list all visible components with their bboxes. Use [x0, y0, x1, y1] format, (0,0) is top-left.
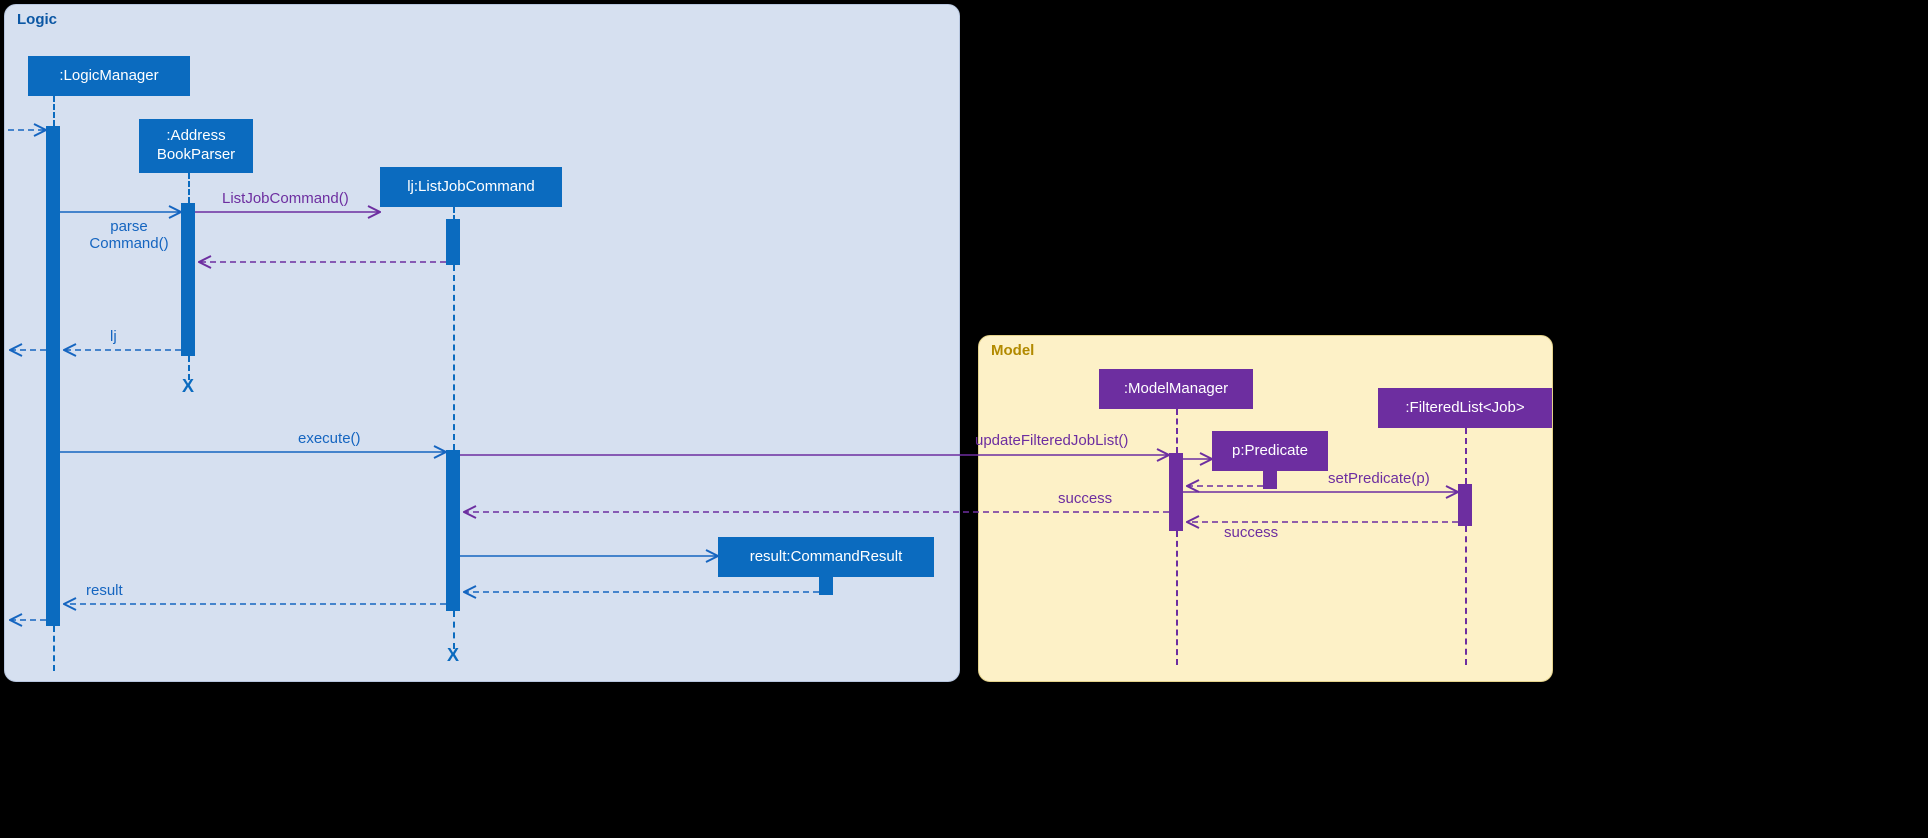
frame-logic: Logic [4, 4, 960, 682]
lifeline-ljc-mid [453, 265, 455, 450]
activation-mm [1169, 453, 1183, 531]
msg-parse-command: parse Command() [74, 218, 184, 252]
msg-result-return: result [86, 582, 123, 599]
obj-list-job-command: lj:ListJobCommand [380, 167, 562, 207]
lifeline-mm-tail [1176, 531, 1178, 665]
obj-predicate: p:Predicate [1212, 431, 1328, 471]
msg-success-fl: success [1224, 524, 1278, 541]
obj-filtered-list: :FilteredList<Job> [1378, 388, 1552, 428]
activation-ljc-exec [446, 450, 460, 611]
msg-execute: execute() [298, 430, 361, 447]
activation-logic-manager [46, 126, 60, 626]
frame-logic-label: Logic [17, 11, 57, 28]
lifeline-fl-tail [1465, 526, 1467, 665]
lifeline-mm-top [1176, 409, 1178, 453]
lifeline-ljc-tail [453, 611, 455, 649]
lifeline-abp-top [188, 173, 190, 203]
obj-logic-manager: :LogicManager [28, 56, 190, 96]
diagram-canvas: Logic Model :LogicManager :Address BookP… [0, 0, 1928, 838]
lifeline-logic-manager [53, 96, 55, 126]
obj-address-book-parser: :Address BookParser [139, 119, 253, 173]
termination-abp: X [182, 376, 194, 397]
activation-fl [1458, 484, 1472, 526]
obj-model-manager: :ModelManager [1099, 369, 1253, 409]
msg-list-job-command-ctor: ListJobCommand() [222, 190, 349, 207]
activation-predicate [1263, 471, 1277, 489]
activation-ljc-small [446, 219, 460, 265]
msg-lj-return: lj [110, 328, 117, 345]
frame-model-label: Model [991, 342, 1034, 359]
activation-command-result [819, 577, 833, 595]
termination-ljc: X [447, 645, 459, 666]
msg-update-filtered: updateFilteredJobList() [975, 432, 1128, 449]
msg-set-predicate: setPredicate(p) [1328, 470, 1430, 487]
lifeline-logic-manager-tail [53, 626, 55, 671]
msg-success-mm: success [1058, 490, 1112, 507]
obj-command-result: result:CommandResult [718, 537, 934, 577]
lifeline-fl-top [1465, 428, 1467, 484]
